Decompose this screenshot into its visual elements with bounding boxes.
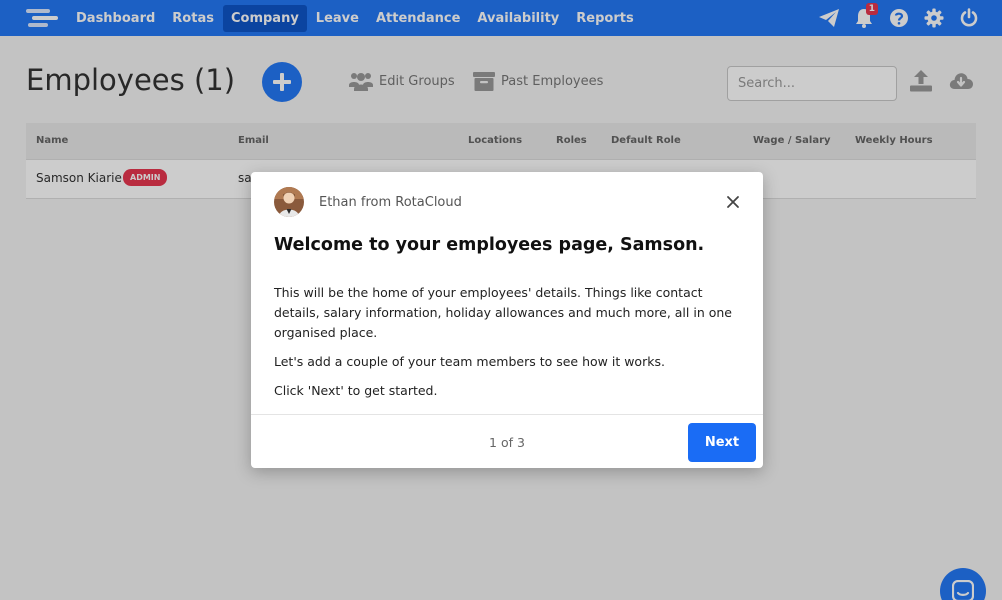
step-indicator: 1 of 3 xyxy=(489,435,525,450)
onboarding-tour-modal: Ethan from RotaCloud Welcome to your emp… xyxy=(251,172,763,468)
modal-paragraph: This will be the home of your employees'… xyxy=(274,285,732,340)
next-button[interactable]: Next xyxy=(688,423,756,462)
modal-body: This will be the home of your employees'… xyxy=(274,283,744,410)
sender-name: Ethan from RotaCloud xyxy=(319,195,462,210)
modal-paragraph: Let's add a couple of your team members … xyxy=(274,354,665,369)
modal-footer: 1 of 3 Next xyxy=(251,414,763,468)
modal-title: Welcome to your employees page, Samson. xyxy=(274,235,705,255)
close-icon[interactable] xyxy=(725,194,741,210)
modal-paragraph: Click 'Next' to get started. xyxy=(274,383,438,398)
sender-avatar xyxy=(274,187,304,217)
